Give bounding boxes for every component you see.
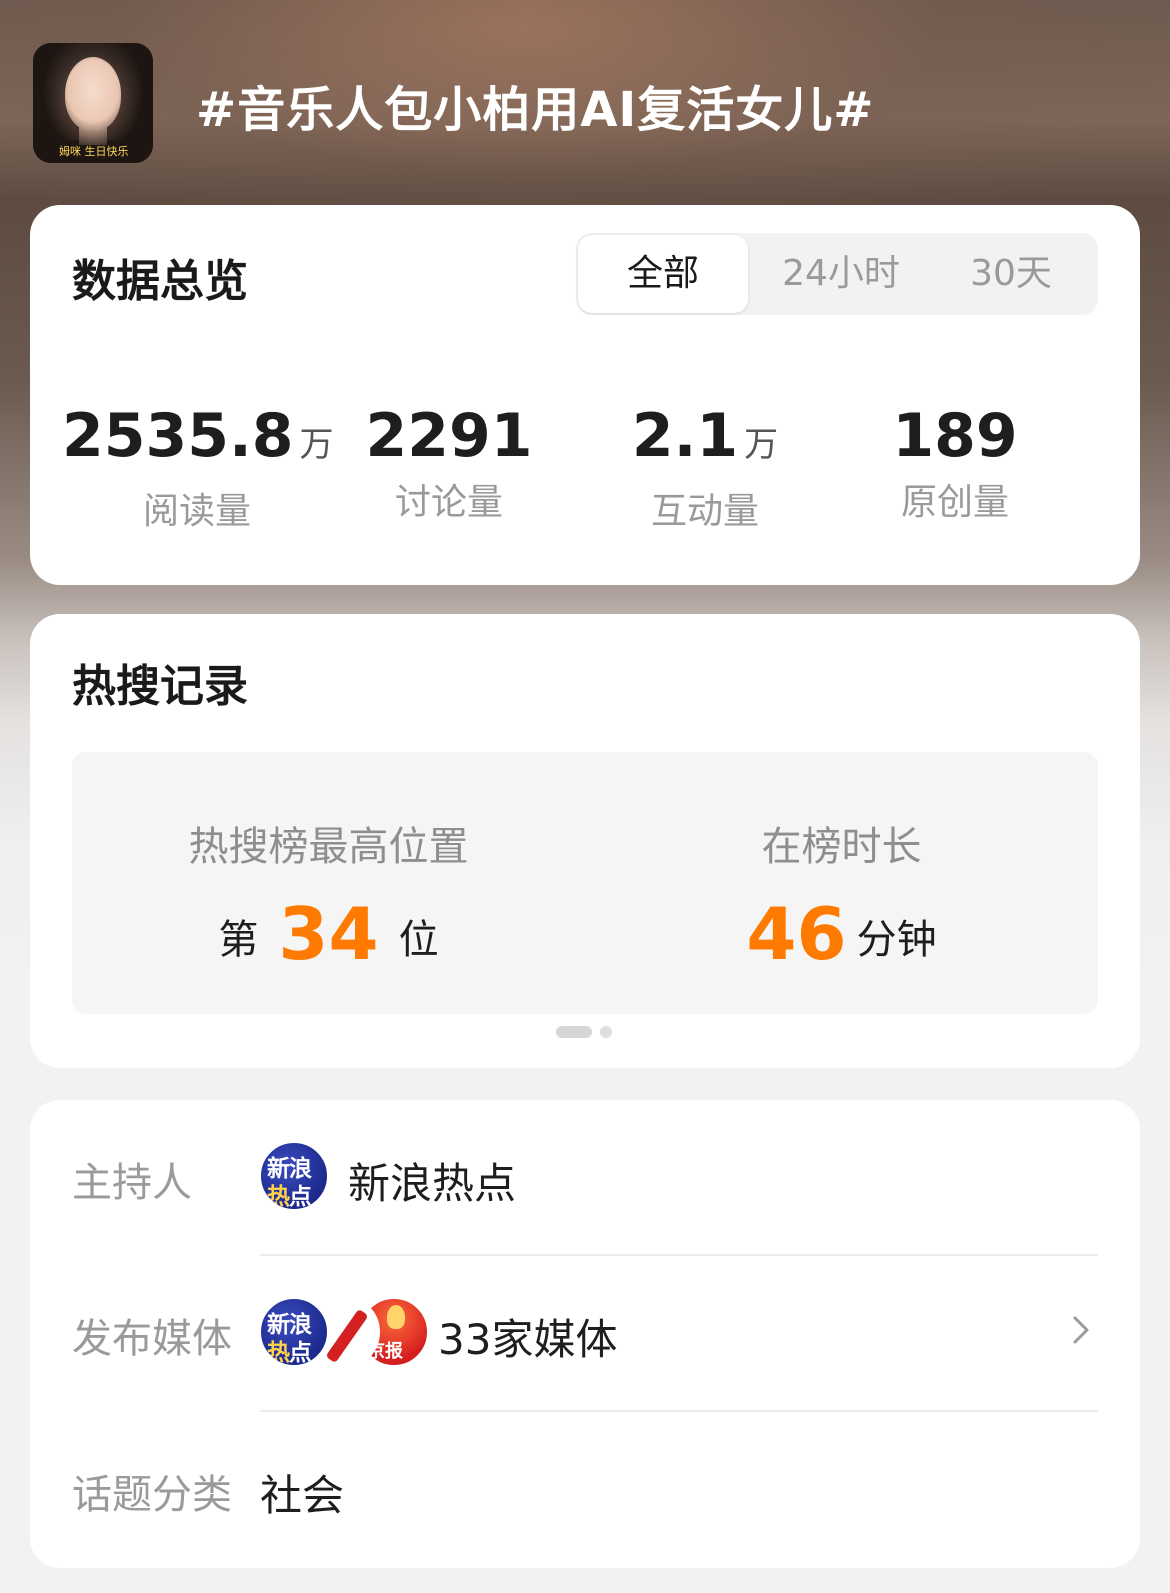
category-value: 社会: [260, 1471, 345, 1520]
hot-search-card: 热搜记录 热搜榜最高位置 第 34 位 在榜时长 46 分钟: [30, 614, 1140, 1068]
time-range-tabs: 全部 24小时 30天: [576, 233, 1098, 315]
time-on-list: 在榜时长 46 分钟: [585, 752, 1098, 1014]
data-overview-title: 数据总览: [72, 256, 248, 307]
tab-all[interactable]: 全部: [578, 235, 748, 313]
peak-position: 热搜榜最高位置 第 34 位: [72, 752, 585, 1014]
topic-page: 姆咪 生日快乐 #音乐人包小柏用AI复活女儿# 数据总览 全部 24小时 30天…: [0, 0, 1170, 1593]
avatar-caption: 姆咪 生日快乐: [59, 145, 129, 158]
stat-reads-label: 阅读量: [142, 491, 251, 532]
peak-position-label: 热搜榜最高位置: [188, 824, 469, 870]
sina-hot-logo-icon: 新浪 热点: [258, 1296, 330, 1368]
time-on-list-label: 在榜时长: [761, 824, 922, 870]
peak-position-value: 34: [278, 892, 379, 976]
hot-search-title: 热搜记录: [72, 661, 248, 712]
time-on-list-unit: 分钟: [856, 917, 937, 963]
pager-dot[interactable]: [600, 1026, 612, 1038]
hot-search-carousel[interactable]: 热搜榜最高位置 第 34 位 在榜时长 46 分钟: [72, 752, 1098, 1014]
stat-originals: 189 原创量: [820, 401, 1090, 525]
pager-dot-active[interactable]: [556, 1026, 592, 1038]
host-key: 主持人: [72, 1160, 192, 1206]
stat-interactions: 2.1 万 互动量: [570, 401, 840, 534]
stat-discussions-label: 讨论量: [394, 482, 503, 523]
tab-24h[interactable]: 24小时: [756, 233, 926, 315]
stat-discussions-value: 2291: [365, 401, 533, 471]
media-count: 33家媒体: [438, 1315, 618, 1364]
stat-originals-value: 189: [892, 401, 1018, 471]
time-on-list-value: 46: [746, 892, 847, 976]
media-row[interactable]: 发布媒体 京报 新浪 热点 33家媒体: [30, 1256, 1140, 1412]
peak-position-suffix: 位: [398, 917, 439, 963]
host-row[interactable]: 主持人 新浪 热点 新浪热点: [30, 1100, 1140, 1256]
topic-info-card: 主持人 新浪 热点 新浪热点 发布媒体 京报 新浪 热点 33家媒体 话题分类 …: [30, 1100, 1140, 1568]
category-key: 话题分类: [72, 1472, 232, 1518]
tab-30d[interactable]: 30天: [926, 233, 1096, 315]
category-row: 话题分类 社会: [30, 1412, 1140, 1568]
stat-interactions-label: 互动量: [650, 491, 759, 532]
stat-reads: 2535.8 万 阅读量: [62, 401, 334, 534]
stat-interactions-unit: 万: [744, 425, 779, 465]
carousel-pager: [30, 1026, 1140, 1038]
peak-position-prefix: 第: [218, 917, 259, 963]
sina-hot-logo-icon: 新浪 热点: [258, 1140, 330, 1212]
chevron-right-icon[interactable]: [1060, 1310, 1100, 1350]
host-name[interactable]: 新浪热点: [348, 1150, 516, 1211]
stat-interactions-value: 2.1: [631, 401, 739, 471]
stat-originals-label: 原创量: [900, 482, 1009, 523]
topic-avatar[interactable]: 姆咪 生日快乐: [33, 43, 153, 163]
topic-title: #音乐人包小柏用AI复活女儿#: [196, 82, 875, 138]
media-key: 发布媒体: [72, 1316, 232, 1362]
stat-reads-value: 2535.8: [62, 401, 294, 471]
stat-discussions: 2291 讨论量: [314, 401, 584, 525]
data-overview-card: 数据总览 全部 24小时 30天 2535.8 万 阅读量 2291 讨论量 2.…: [30, 205, 1140, 585]
